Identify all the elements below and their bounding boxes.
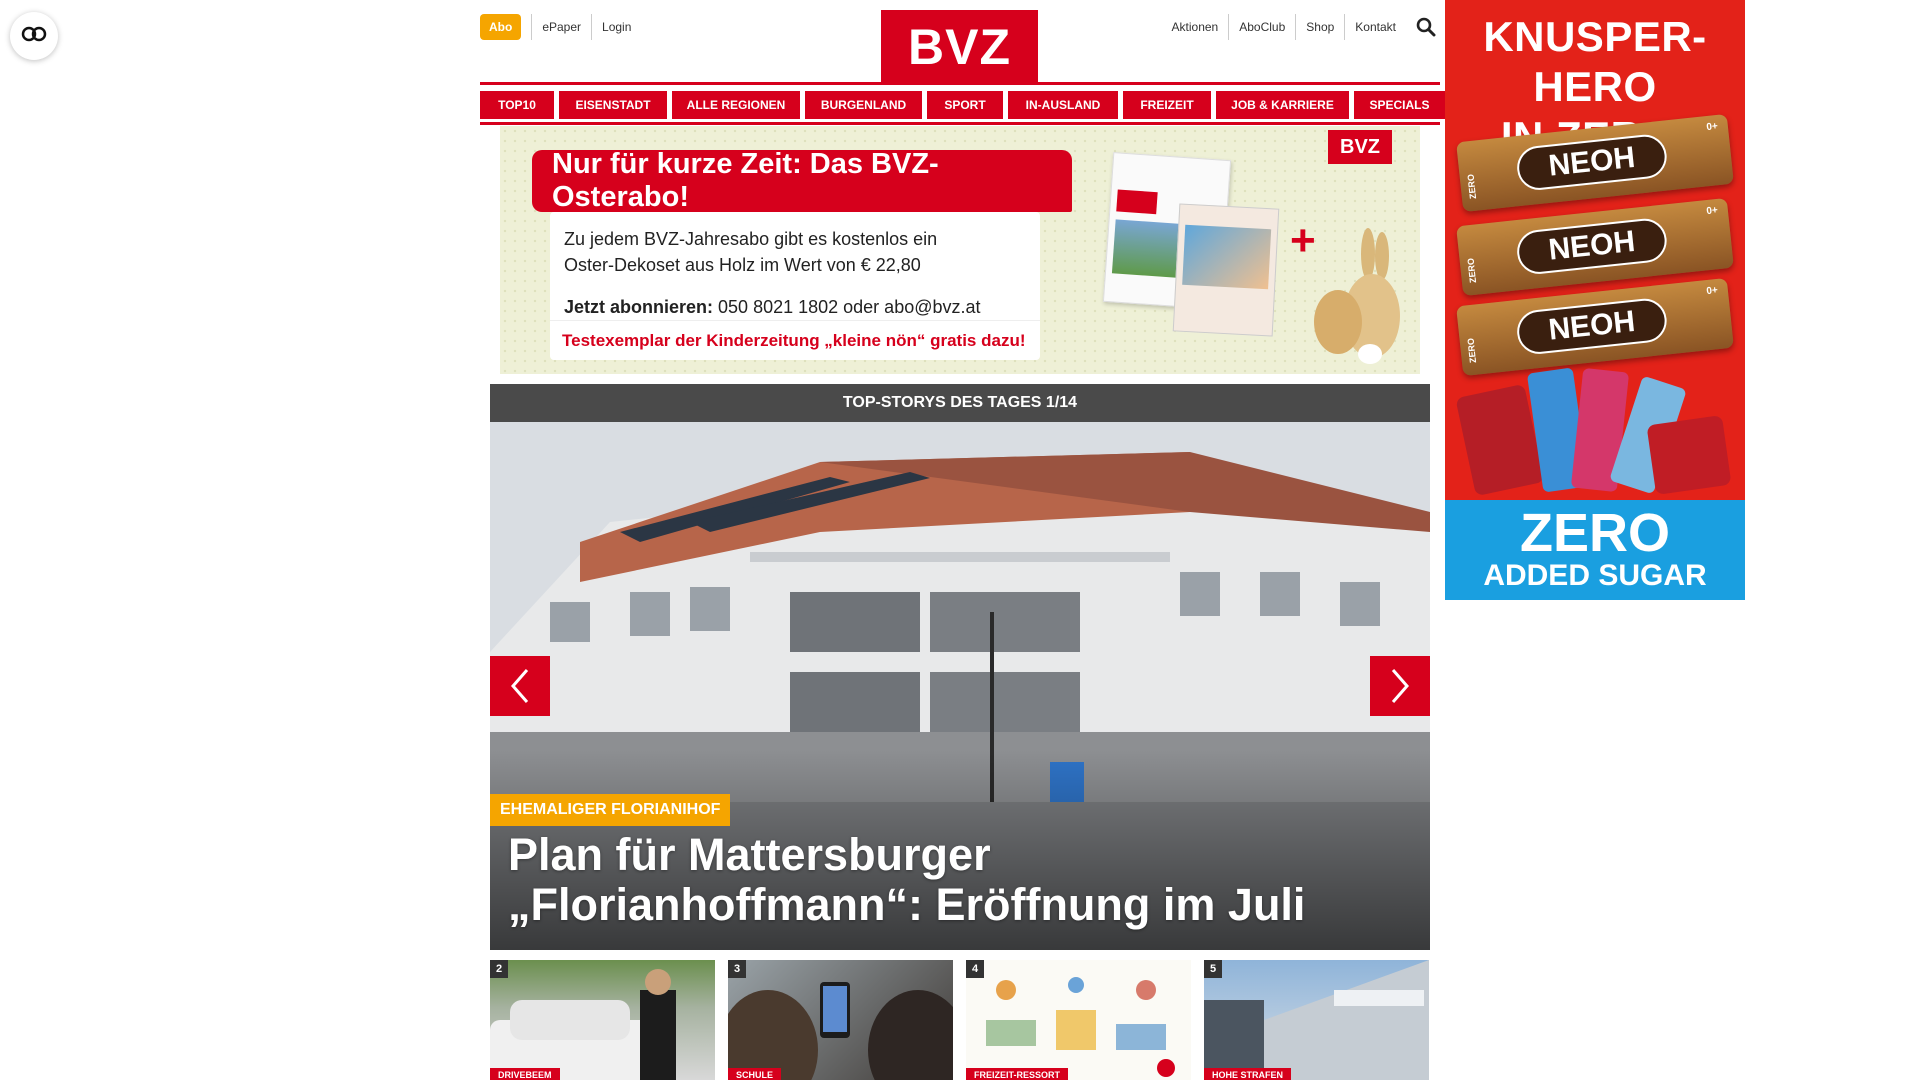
- hero-kicker: EHEMALIGER FLORIANIHOF: [490, 794, 731, 826]
- promo-headline: Nur für kurze Zeit: Das BVZ-Osterabo!: [532, 148, 1072, 213]
- header-right-links: Aktionen AboClub Shop Kontakt: [1162, 14, 1440, 40]
- thumb-image-phone: [728, 982, 953, 1080]
- promo-footer: Testexemplar der Kinderzeitung „kleine n…: [550, 320, 1040, 360]
- bvz-logo[interactable]: BVZ: [881, 10, 1038, 84]
- chevron-left-icon: [511, 669, 529, 703]
- ad-zero-sugar-banner: ZERO ADDED SUGAR: [1445, 500, 1745, 600]
- nav-item-top10[interactable]: TOP10: [480, 91, 554, 119]
- slider-prev-button[interactable]: [490, 656, 550, 716]
- ad-bar-zero-label: ZERO: [1465, 173, 1479, 200]
- search-button[interactable]: [1412, 14, 1440, 40]
- promo-subscribe: Jetzt abonnieren: 050 8021 1802 oder abo…: [564, 294, 1026, 320]
- ad-bar-brand: NEOH: [1515, 296, 1669, 357]
- nav-item-burgenland[interactable]: BURGENLAND: [805, 91, 922, 119]
- accessibility-toggle-icon: [20, 26, 48, 47]
- story-thumbnails: 2 DRIVEBEEM 3 SCHULE 4 FREIZEIT-RESSORT …: [490, 960, 1430, 1080]
- slider-next-button[interactable]: [1370, 656, 1430, 716]
- ad-bar-age: 0+: [1705, 120, 1719, 134]
- ad-bar-brand: NEOH: [1515, 132, 1669, 193]
- story-thumb-3[interactable]: 3 SCHULE: [728, 960, 953, 1080]
- main-column: Abo ePaper Login BVZ Aktionen AboClub Sh…: [480, 0, 1445, 1080]
- thumb-tag: FREIZEIT-RESSORT: [966, 1068, 1069, 1080]
- header-left-links: Abo ePaper Login: [480, 14, 641, 40]
- nav-item-in-ausland[interactable]: IN-AUSLAND: [1008, 91, 1118, 119]
- nav-item-specials[interactable]: SPECIALS: [1354, 91, 1445, 119]
- thumb-image-car: [490, 969, 676, 1080]
- shop-link[interactable]: Shop: [1295, 14, 1344, 40]
- easter-bunny-image: [1314, 228, 1400, 364]
- thumb-image-building: [1204, 960, 1429, 1080]
- login-link[interactable]: Login: [591, 14, 641, 40]
- story-thumb-4[interactable]: 4 FREIZEIT-RESSORT: [966, 960, 1191, 1080]
- thumb-tag: DRIVEBEEM: [490, 1068, 560, 1080]
- aktionen-link[interactable]: Aktionen: [1162, 14, 1229, 40]
- promo-bvz-badge: BVZ: [1328, 130, 1392, 164]
- epaper-link[interactable]: ePaper: [531, 14, 591, 40]
- thumb-tag: HOHE STRAFEN: [1204, 1068, 1292, 1080]
- nav-item-eisenstadt[interactable]: EISENSTADT: [559, 91, 667, 119]
- ad-added-sugar-label: ADDED SUGAR: [1483, 559, 1707, 592]
- top-stories-header: TOP-STORYS DES TAGES 1/14: [490, 384, 1430, 422]
- thumb-number: 2: [490, 960, 508, 978]
- story-thumb-5[interactable]: 5 HOHE STRAFEN: [1204, 960, 1429, 1080]
- osterabo-promo-banner[interactable]: Nur für kurze Zeit: Das BVZ-Osterabo! Zu…: [500, 126, 1420, 374]
- ad-bar-age: 0+: [1705, 204, 1719, 218]
- kontakt-link[interactable]: Kontakt: [1344, 14, 1406, 40]
- nav-item-job-karriere[interactable]: JOB & KARRIERE: [1216, 91, 1349, 119]
- accessibility-button[interactable]: [10, 12, 58, 60]
- chevron-right-icon: [1391, 669, 1409, 703]
- story-thumb-2[interactable]: 2 DRIVEBEEM: [490, 960, 715, 1080]
- promo-subscribe-label: Jetzt abonnieren:: [564, 297, 714, 317]
- kids-newspaper-image: [1172, 203, 1280, 337]
- header-divider: [480, 82, 1440, 85]
- hero-headline[interactable]: Plan für Mattersburger „Florianhoffmann“…: [508, 830, 1418, 930]
- thumb-image-illustration: [986, 977, 1175, 1077]
- nav-item-freizeit[interactable]: FREIZEIT: [1123, 91, 1211, 119]
- promo-line-2: Oster-Dekoset aus Holz im Wert von € 22,…: [564, 255, 921, 275]
- header: Abo ePaper Login BVZ Aktionen AboClub Sh…: [480, 0, 1440, 84]
- nav-divider: [480, 122, 1440, 125]
- nav-item-sport[interactable]: SPORT: [927, 91, 1003, 119]
- search-icon: [1416, 17, 1436, 37]
- main-nav: TOP10 EISENSTADT ALLE REGIONEN BURGENLAN…: [480, 91, 1445, 119]
- promo-body: Zu jedem BVZ-Jahresabo gibt es kostenlos…: [550, 212, 1040, 360]
- neoh-advertisement[interactable]: KNUSPER-HERO IN ZERO! ZERO NEOH 0+ ZERO …: [1445, 0, 1745, 600]
- nav-item-alle-regionen[interactable]: ALLE REGIONEN: [672, 91, 800, 119]
- aboclub-link[interactable]: AboClub: [1228, 14, 1295, 40]
- ad-product-packs-image: [1456, 368, 1731, 495]
- promo-subscribe-contact: 050 8021 1802 oder abo@bvz.at: [713, 297, 981, 317]
- ad-headline-line-1: KNUSPER-HERO: [1483, 13, 1707, 110]
- thumb-number: 3: [728, 960, 746, 978]
- ad-bar-age: 0+: [1705, 284, 1719, 298]
- promo-line-1: Zu jedem BVZ-Jahresabo gibt es kostenlos…: [564, 229, 938, 249]
- abo-button[interactable]: Abo: [480, 14, 522, 40]
- thumb-number: 4: [966, 960, 984, 978]
- ad-bar-zero-label: ZERO: [1465, 257, 1479, 284]
- ad-bar-brand: NEOH: [1515, 216, 1669, 277]
- thumb-number: 5: [1204, 960, 1222, 978]
- ad-bar-zero-label: ZERO: [1465, 337, 1479, 364]
- ad-zero-label: ZERO: [1519, 503, 1670, 563]
- hero-story[interactable]: EHEMALIGER FLORIANIHOF Plan für Mattersb…: [490, 422, 1430, 950]
- thumb-tag: SCHULE: [728, 1068, 782, 1080]
